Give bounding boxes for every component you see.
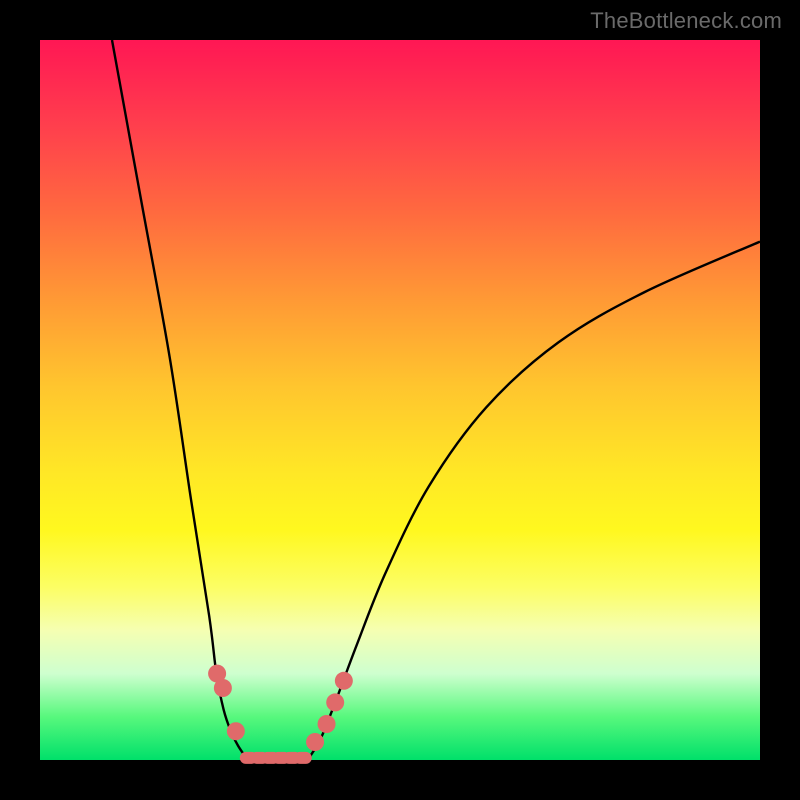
flat-marker bbox=[294, 752, 312, 764]
watermark-text: TheBottleneck.com bbox=[590, 8, 782, 34]
marker-dot bbox=[318, 715, 336, 733]
curve-line bbox=[112, 40, 760, 759]
flat-markers bbox=[240, 752, 312, 764]
marker-dot bbox=[214, 679, 232, 697]
curve-markers bbox=[208, 665, 353, 751]
marker-dot bbox=[326, 693, 344, 711]
marker-dot bbox=[306, 733, 324, 751]
marker-dot bbox=[335, 672, 353, 690]
chart-frame: TheBottleneck.com bbox=[0, 0, 800, 800]
bottleneck-curve bbox=[40, 40, 760, 760]
marker-dot bbox=[227, 722, 245, 740]
